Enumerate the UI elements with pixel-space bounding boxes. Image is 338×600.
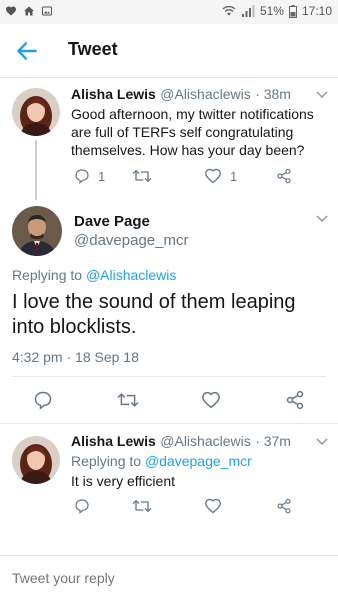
retweet-button[interactable]: [132, 168, 204, 184]
author-name[interactable]: Dave Page: [74, 213, 150, 230]
wifi-icon: [222, 5, 236, 16]
heart-icon: [205, 498, 221, 514]
avatar-alisha[interactable]: [12, 436, 60, 484]
avatar-alisha[interactable]: [12, 88, 60, 136]
signal-icon: [241, 5, 255, 17]
tweet-1-text: Good afternoon, my twitter notifications…: [71, 106, 314, 158]
retweet-button[interactable]: [117, 390, 201, 410]
reply-icon: [34, 391, 52, 410]
retweet-icon: [132, 500, 152, 512]
avatar-dave[interactable]: [12, 206, 62, 256]
divider: [12, 376, 326, 377]
reply-input[interactable]: [12, 570, 312, 586]
thread-line: [35, 140, 37, 200]
tweet-time: · 37m: [255, 433, 291, 449]
author-handle[interactable]: @Alishaclewis: [160, 433, 250, 449]
author-name[interactable]: Alisha Lewis: [71, 433, 156, 449]
replying-prefix: Replying to: [12, 267, 86, 283]
clock: 17:10: [301, 4, 332, 18]
share-button[interactable]: [276, 498, 292, 514]
replying-to-link[interactable]: @Alishaclewis: [86, 267, 176, 283]
focused-tweet-text: I love the sound of them leaping into bl…: [12, 291, 296, 338]
replying-to: Replying to @davepage_mcr: [71, 453, 252, 469]
author-handle[interactable]: @davepage_mcr: [74, 232, 188, 249]
reply-icon: [75, 499, 89, 514]
focused-tweet-actions: [33, 390, 305, 410]
like-count: 1: [230, 168, 238, 184]
top-bar: Tweet: [0, 24, 338, 78]
reply-icon: [75, 169, 89, 184]
retweet-icon: [132, 170, 152, 182]
share-button[interactable]: [276, 168, 292, 184]
chevron-down-icon[interactable]: [316, 215, 328, 223]
heart-icon: [205, 168, 221, 184]
like-button[interactable]: [201, 390, 285, 410]
tweet-3-text: It is very efficient: [71, 473, 176, 489]
divider: [0, 423, 338, 424]
tweet-3-actions: [74, 498, 292, 514]
tweet-time: · 38m: [255, 86, 291, 102]
share-icon: [277, 498, 291, 514]
chevron-down-icon[interactable]: [316, 438, 328, 446]
replying-prefix: Replying to: [71, 453, 145, 469]
share-icon: [277, 168, 291, 184]
author-handle[interactable]: @Alishaclewis: [160, 86, 250, 102]
heart-icon: [202, 391, 220, 409]
tweet-3-header: Alisha Lewis @Alishaclewis · 37m: [71, 433, 321, 451]
chevron-down-icon[interactable]: [316, 91, 328, 99]
image-status-icon: [42, 6, 52, 16]
reply-count: 1: [98, 168, 106, 184]
like-button[interactable]: 1: [204, 168, 276, 184]
like-button[interactable]: [204, 498, 276, 514]
status-bar: 51% 17:10: [0, 0, 338, 24]
share-icon: [286, 390, 304, 410]
share-button[interactable]: [285, 390, 305, 410]
replying-to: Replying to @Alishaclewis: [12, 267, 176, 283]
author-name[interactable]: Alisha Lewis: [71, 86, 156, 102]
reply-button[interactable]: [33, 390, 117, 410]
home-status-icon: [24, 6, 34, 16]
reply-button[interactable]: 1: [74, 168, 132, 184]
heart-status-icon: [6, 6, 16, 16]
page-title: Tweet: [68, 39, 118, 59]
reply-button[interactable]: [74, 498, 132, 514]
battery-percent: 51%: [259, 4, 284, 18]
tweet-1-actions: 1 1: [74, 168, 292, 184]
tweet-1-header: Alisha Lewis @Alishaclewis · 38m: [71, 86, 321, 104]
retweet-icon: [117, 393, 139, 407]
back-arrow-icon[interactable]: [14, 38, 40, 64]
retweet-button[interactable]: [132, 498, 204, 514]
tweet-timestamp: 4:32 pm · 18 Sep 18: [12, 349, 139, 365]
reply-composer: [0, 555, 338, 600]
replying-to-link[interactable]: @davepage_mcr: [145, 453, 252, 469]
battery-icon: [288, 4, 297, 18]
